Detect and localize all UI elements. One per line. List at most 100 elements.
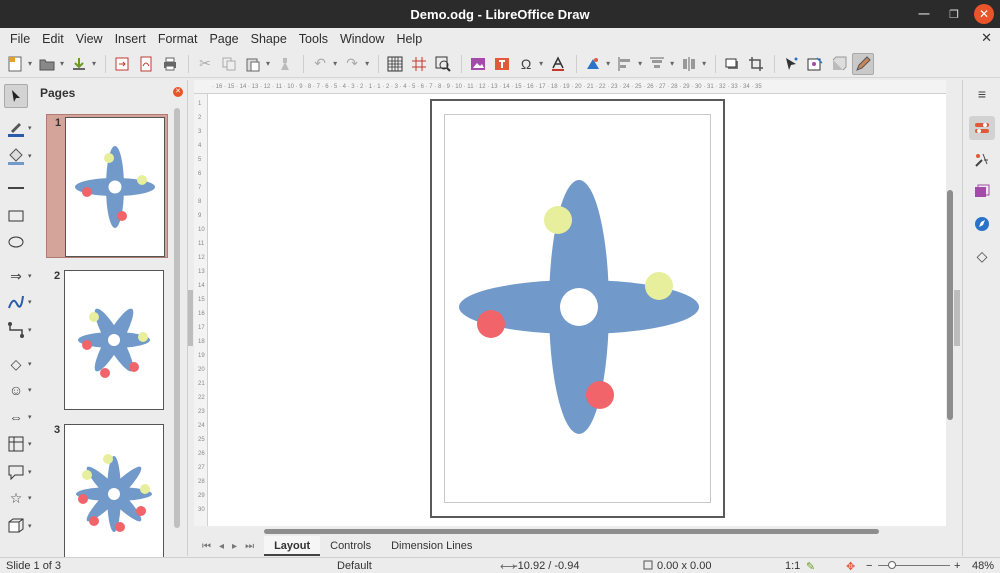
cut-icon[interactable]: ✂ [194, 53, 216, 75]
shapes-icon[interactable]: ◇ [969, 244, 995, 268]
copy-icon[interactable] [218, 53, 240, 75]
horizontal-ruler[interactable]: · 16 · 15 · 14 · 13 · 12 · 11 · 10 · 9 ·… [194, 80, 948, 94]
horizontal-scrollbar-thumb[interactable] [264, 529, 879, 534]
horizontal-scrollbar[interactable] [194, 526, 948, 536]
line-color-icon[interactable] [4, 116, 28, 140]
vertical-scrollbar-thumb[interactable] [947, 190, 953, 420]
curves-polygons-icon[interactable] [4, 290, 28, 314]
new-icon[interactable] [4, 53, 26, 75]
toggle-extrusion-icon[interactable] [828, 53, 850, 75]
vertical-scrollbar[interactable] [946, 80, 954, 526]
crop-icon[interactable] [745, 53, 767, 75]
connectors-icon[interactable] [4, 318, 28, 342]
insert-textbox-icon[interactable] [491, 53, 513, 75]
helplines-icon[interactable] [408, 53, 430, 75]
fit-slide-icon[interactable]: ✥ [846, 560, 855, 573]
distribute-dropdown-icon[interactable]: ▾ [702, 59, 706, 68]
red-dot-shape[interactable] [586, 381, 614, 409]
maximize-icon[interactable]: ❐ [944, 4, 964, 24]
basic-shapes-dropdown-icon[interactable]: ▾ [28, 360, 32, 368]
minimize-icon[interactable]: — [914, 4, 934, 24]
draw-function-icon[interactable] [852, 52, 875, 75]
zoom-slider-handle[interactable] [888, 561, 896, 569]
grid-icon[interactable] [384, 53, 406, 75]
3d-objects-dropdown-icon[interactable]: ▾ [28, 522, 32, 530]
menu-window[interactable]: Window [334, 32, 390, 46]
tab-nav-next-icon[interactable]: ▸ [232, 541, 237, 552]
tab-nav-prev-icon[interactable]: ◂ [219, 541, 224, 552]
navigator-icon[interactable] [969, 212, 995, 236]
yellow-dot-shape[interactable] [544, 206, 572, 234]
scale-factor[interactable]: 1:1 [785, 560, 800, 572]
transformations-dropdown-icon[interactable]: ▾ [606, 59, 610, 68]
fill-color-dropdown-icon[interactable]: ▾ [28, 152, 32, 160]
styles-icon[interactable] [969, 148, 995, 172]
zoom-pan-icon[interactable] [432, 53, 454, 75]
gallery-icon[interactable] [969, 180, 995, 204]
ellipse-icon[interactable] [4, 230, 28, 254]
page-thumbnail-2[interactable]: 2 [46, 268, 168, 412]
pages-panel-collapse-handle[interactable] [188, 290, 193, 346]
new-dropdown-icon[interactable]: ▾ [28, 59, 32, 68]
curves-polygons-dropdown-icon[interactable]: ▾ [28, 298, 32, 306]
3d-objects-icon[interactable] [4, 514, 28, 538]
lines-arrows-dropdown-icon[interactable]: ▾ [28, 272, 32, 280]
select-icon[interactable] [4, 84, 28, 108]
insert-image-icon[interactable] [467, 53, 489, 75]
zoom-out-icon[interactable]: − [866, 560, 872, 572]
undo-dropdown-icon[interactable]: ▾ [333, 59, 337, 68]
close-window-icon[interactable]: ✕ [974, 4, 994, 24]
rectangle-icon[interactable] [4, 204, 28, 228]
red-dot-shape[interactable] [477, 310, 505, 338]
vertical-ruler[interactable]: 1 2 3 4 5 6 7 8 9 10 11 12 13 14 15 16 1… [194, 94, 208, 526]
page-thumbnail-1[interactable]: 1 [46, 114, 168, 258]
pages-panel-scrollbar[interactable] [174, 108, 180, 528]
arrange-icon[interactable] [646, 53, 668, 75]
menu-page[interactable]: Page [203, 32, 244, 46]
line-color-dropdown-icon[interactable]: ▾ [28, 124, 32, 132]
arrange-dropdown-icon[interactable]: ▾ [670, 59, 674, 68]
menu-file[interactable]: File [4, 32, 36, 46]
flowchart-icon[interactable] [4, 432, 28, 456]
callout-shapes-dropdown-icon[interactable]: ▾ [28, 468, 32, 476]
menu-format[interactable]: Format [152, 32, 204, 46]
lines-arrows-icon[interactable]: ⇒ [4, 264, 28, 288]
paste-dropdown-icon[interactable]: ▾ [266, 59, 270, 68]
tab-controls[interactable]: Controls [320, 536, 381, 556]
page-thumbnail-3[interactable]: 3 [46, 422, 168, 566]
menu-insert[interactable]: Insert [109, 32, 152, 46]
symbol-shapes-dropdown-icon[interactable]: ▾ [28, 386, 32, 394]
tab-nav-last-icon[interactable]: ⏭ [245, 541, 254, 552]
fontwork-icon[interactable] [547, 53, 569, 75]
symbol-shapes-icon[interactable]: ☺ [4, 378, 28, 402]
close-document-icon[interactable]: ✕ [981, 30, 992, 46]
distribute-icon[interactable] [678, 53, 700, 75]
drawing-page[interactable] [430, 99, 725, 518]
special-character-icon[interactable]: Ω [515, 53, 537, 75]
paste-icon[interactable] [242, 53, 264, 75]
zoom-in-icon[interactable]: + [954, 560, 960, 572]
tab-nav-first-icon[interactable]: ⏮ [202, 541, 211, 552]
sidebar-collapse-handle[interactable] [954, 290, 960, 346]
fill-color-icon[interactable] [4, 144, 28, 168]
stars-icon[interactable]: ☆ [4, 486, 28, 510]
save-dropdown-icon[interactable]: ▾ [92, 59, 96, 68]
special-character-dropdown-icon[interactable]: ▾ [539, 59, 543, 68]
basic-shapes-icon[interactable]: ◇ [4, 352, 28, 376]
connectors-dropdown-icon[interactable]: ▾ [28, 326, 32, 334]
menu-view[interactable]: View [70, 32, 109, 46]
block-arrows-icon[interactable]: ⇔ [4, 405, 28, 429]
document-modified-icon[interactable]: ✎ [806, 560, 815, 573]
export-icon[interactable] [111, 53, 133, 75]
menu-tools[interactable]: Tools [293, 32, 334, 46]
menu-help[interactable]: Help [390, 32, 428, 46]
align-dropdown-icon[interactable]: ▾ [638, 59, 642, 68]
transformations-icon[interactable] [582, 53, 604, 75]
yellow-dot-shape[interactable] [645, 272, 673, 300]
redo-icon[interactable]: ↷ [341, 53, 363, 75]
stars-dropdown-icon[interactable]: ▾ [28, 494, 32, 502]
flowchart-dropdown-icon[interactable]: ▾ [28, 440, 32, 448]
sidebar-menu-icon[interactable]: ≡ [969, 82, 995, 106]
open-dropdown-icon[interactable]: ▾ [60, 59, 64, 68]
insert-line-icon[interactable] [4, 176, 28, 200]
